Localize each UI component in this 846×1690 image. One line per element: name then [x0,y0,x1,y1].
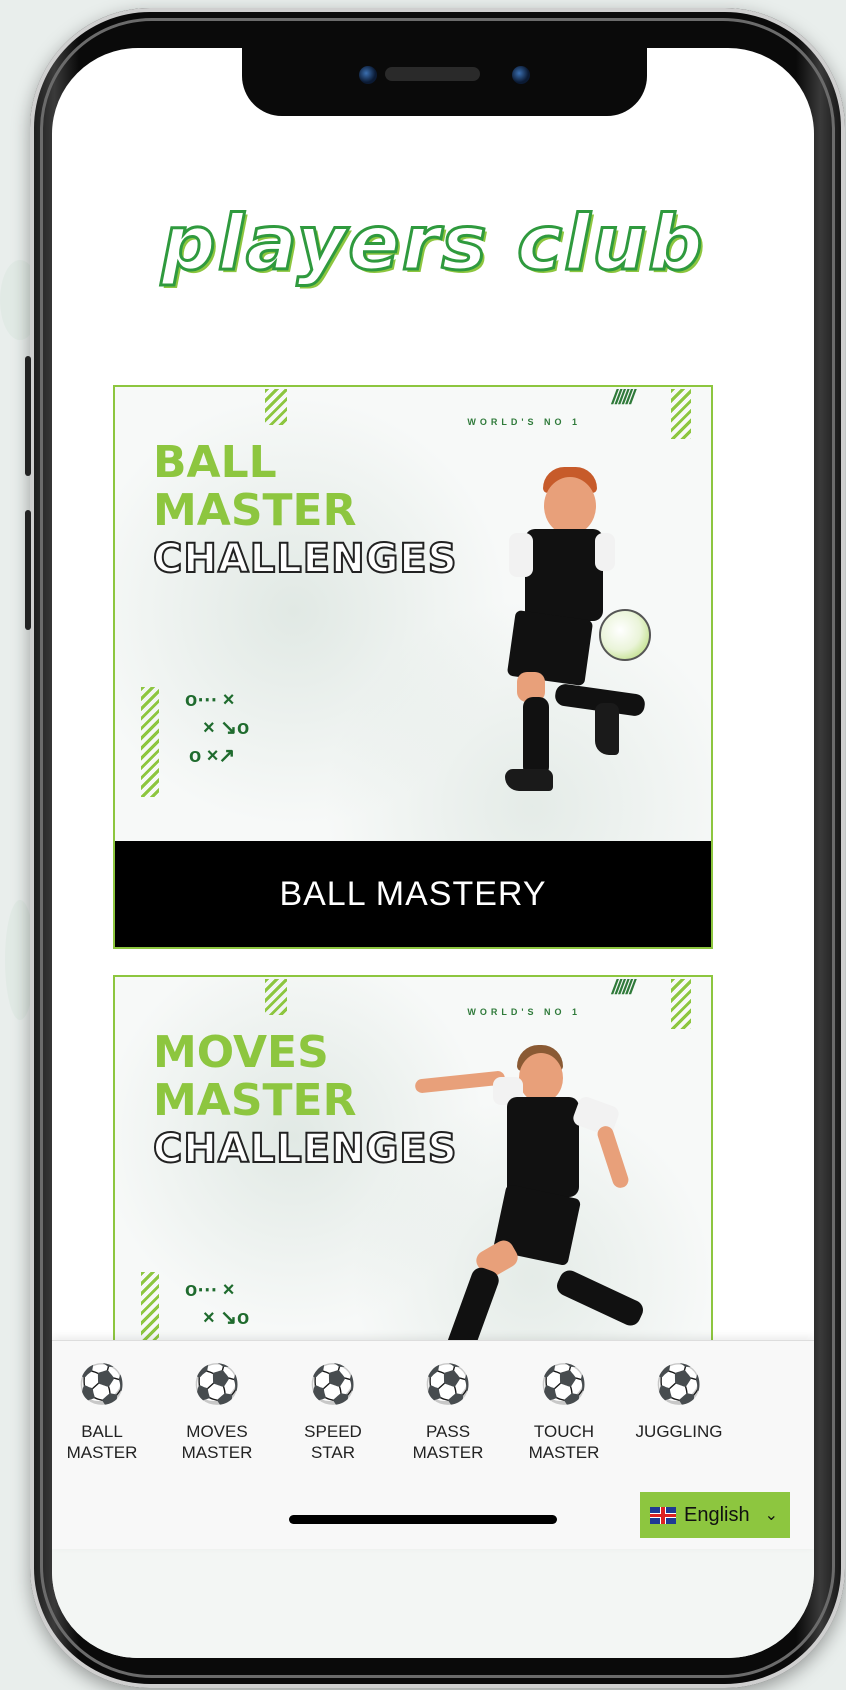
player-boot [595,703,619,755]
player-boot [505,769,553,791]
soccer-ball-icon: ⚽ [78,1364,126,1406]
home-indicator[interactable] [289,1515,557,1524]
moves-master-card[interactable]: ////// WORLD'S NO 1 MOVES MASTER CHALLEN… [113,975,713,1377]
headline-line2: MASTER [153,485,357,536]
nav-item-touch-master[interactable]: ⚽ TOUCH MASTER [509,1363,619,1463]
soccer-ball-icon: ⚽ [655,1364,703,1406]
player-sock [553,1267,647,1329]
app-logo: players club [52,197,814,289]
tactic-diagram: o ×↗ [189,745,236,767]
nav-item-speed-star[interactable]: ⚽ SPEED STAR [278,1363,388,1463]
worlds-no1-badge: WORLD'S NO 1 [467,417,581,427]
player-arm [414,1070,506,1094]
player-photo [495,467,655,797]
hatch-decoration [671,389,691,439]
tactic-diagram: o⋯ × [185,689,235,711]
player-sleeve [509,533,533,577]
player-sock [523,697,549,777]
phone-screen: players club ////// WORLD'S NO 1 BALL MA… [52,48,814,1658]
nav-label: MOVES MASTER [181,1422,253,1462]
nav-item-moves-master[interactable]: ⚽ MOVES MASTER [162,1363,272,1463]
tactic-diagram: o⋯ × [185,1279,235,1301]
card-caption: BALL MASTERY [115,841,711,947]
chevrons-decoration: ////// [611,387,635,409]
headline-line1: BALL [153,437,277,488]
card-headline: BALL MASTER CHALLENGES [152,437,458,584]
headline-line3: CHALLENGES [152,535,458,583]
worlds-no1-badge: WORLD'S NO 1 [467,1007,581,1017]
nav-label: SPEED STAR [304,1422,362,1462]
soccer-ball-icon: ⚽ [193,1364,241,1406]
player-shirt [525,529,603,621]
nav-item-pass-master[interactable]: ⚽ PASS MASTER [393,1363,503,1463]
screen-bottom-background [52,1533,814,1658]
soccer-ball-icon: ⚽ [424,1364,472,1406]
soccer-ball-icon: ⚽ [309,1364,357,1406]
nav-label: JUGGLING [635,1422,723,1441]
player-head [519,1053,563,1103]
card-headline: MOVES MASTER CHALLENGES [152,1027,458,1174]
hatch-decoration [265,389,287,425]
language-label: English [684,1503,750,1526]
uk-flag-icon [650,1506,676,1524]
player-shirt [507,1097,579,1197]
speaker-grille [385,67,480,81]
phone-side-button [25,510,31,630]
hatch-decoration [265,979,287,1015]
tactic-diagram: × ↘o [203,717,250,739]
camera-icon [359,66,377,84]
chevrons-decoration: ////// [611,977,635,999]
phone-notch [242,48,647,116]
player-head [544,477,596,535]
hatch-decoration [141,687,159,797]
phone-side-button [25,356,31,476]
nav-label: TOUCH MASTER [528,1422,600,1462]
soccer-ball-icon: ⚽ [540,1364,588,1406]
player-photo [414,1045,665,1365]
chevron-down-icon: ⌄ [764,1507,778,1524]
headline-line2: MASTER [153,1075,357,1126]
tactic-diagram: × ↘o [203,1307,250,1329]
nav-label: BALL MASTER [66,1422,138,1462]
player-sleeve [595,533,615,571]
language-selector[interactable]: English ⌄ [640,1492,790,1538]
headline-line1: MOVES [153,1027,329,1078]
nav-item-juggling[interactable]: ⚽ JUGGLING [624,1363,734,1442]
ball-mastery-card[interactable]: ////// WORLD'S NO 1 BALL MASTER CHALLENG… [113,385,713,949]
hatch-decoration [671,979,691,1029]
player-arm [595,1124,631,1190]
sensor-icon [512,66,530,84]
football-image [599,609,651,661]
headline-line3: CHALLENGES [152,1125,458,1173]
nav-item-ball-master[interactable]: ⚽ BALL MASTER [52,1363,157,1463]
logo-text: players club [160,197,705,289]
nav-label: PASS MASTER [412,1422,484,1462]
